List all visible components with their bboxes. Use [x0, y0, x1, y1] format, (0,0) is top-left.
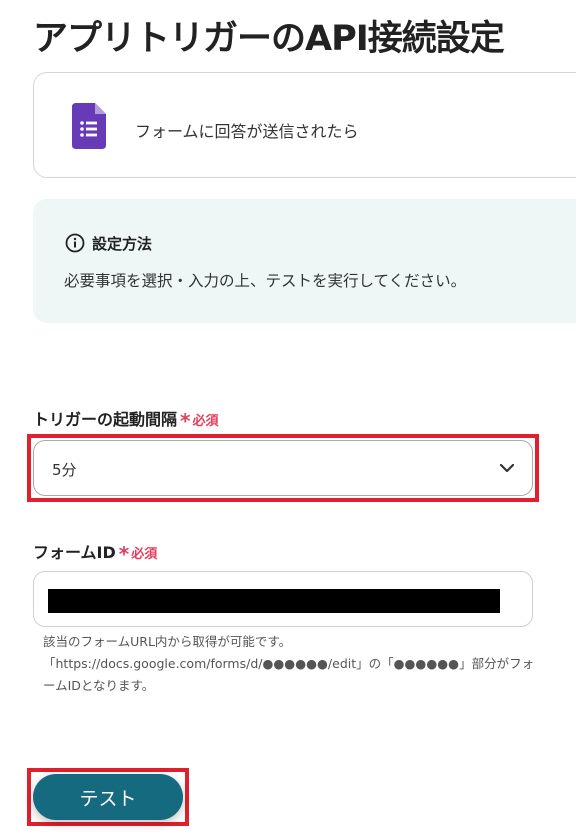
interval-select-value: 5分: [52, 461, 77, 479]
chevron-down-icon: [499, 463, 515, 473]
setup-instructions-box: 設定方法 必要事項を選択・入力の上、テストを実行してください。: [33, 199, 576, 323]
required-label: 必須: [131, 547, 158, 562]
required-label: 必須: [192, 414, 219, 429]
test-button[interactable]: テスト: [33, 774, 183, 820]
form-id-help-text: 該当のフォームURL内から取得が可能です。 「https://docs.goog…: [43, 631, 543, 697]
form-id-label-text: フォームID: [33, 543, 116, 562]
instructions-text: 必要事項を選択・入力の上、テストを実行してください。: [64, 272, 467, 290]
required-asterisk: *: [118, 542, 130, 566]
google-forms-icon: [72, 103, 106, 149]
trigger-app-card: フォームに回答が送信されたら: [33, 72, 576, 178]
help-line: 「https://docs.google.com/forms/d/●●●●●●/…: [43, 656, 535, 671]
trigger-event-label: フォームに回答が送信されたら: [135, 122, 359, 141]
interval-select[interactable]: 5分: [33, 440, 533, 496]
redacted-form-id: [48, 589, 500, 613]
required-asterisk: *: [180, 409, 191, 433]
help-line: ームIDとなります。: [43, 678, 155, 693]
info-icon: [65, 233, 85, 253]
instructions-title: 設定方法: [92, 235, 153, 253]
interval-label-text: トリガーの起動間隔: [33, 410, 178, 429]
page-title: アプリトリガーのAPI接続設定: [33, 19, 505, 59]
form-id-field-label: フォームID * 必須: [33, 539, 158, 566]
help-line: 該当のフォームURL内から取得が可能です。: [43, 634, 292, 649]
interval-field-label: トリガーの起動間隔 * 必須: [33, 406, 219, 433]
form-id-input[interactable]: [33, 571, 533, 627]
